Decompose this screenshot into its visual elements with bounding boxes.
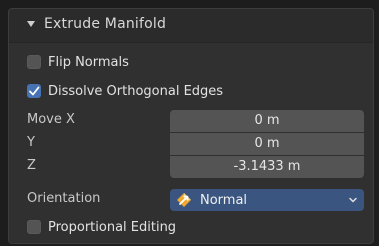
move-y-field[interactable]: 0 m xyxy=(170,133,364,155)
move-y-label: Y xyxy=(27,135,35,150)
triangle-down-icon xyxy=(27,21,35,27)
move-x-field[interactable]: 0 m xyxy=(170,110,364,132)
move-z-label: Z xyxy=(27,158,36,173)
orientation-label: Orientation xyxy=(27,191,101,206)
panel-header[interactable]: Extrude Manifold xyxy=(9,9,373,43)
checkmark-icon xyxy=(27,84,41,98)
extrude-manifold-panel: Extrude Manifold Flip Normals Dissolve O… xyxy=(8,8,374,244)
chevron-down-icon xyxy=(349,197,357,203)
flip-normals-label: Flip Normals xyxy=(48,54,129,70)
panel-title: Extrude Manifold xyxy=(44,16,167,32)
proportional-editing-checkbox[interactable]: Proportional Editing xyxy=(27,217,176,237)
dissolve-orthogonal-edges-checkbox[interactable]: Dissolve Orthogonal Edges xyxy=(27,81,223,101)
move-x-label: Move X xyxy=(27,112,75,127)
flip-normals-checkbox[interactable]: Flip Normals xyxy=(27,52,129,72)
checkbox-unchecked-icon xyxy=(27,220,41,234)
orientation-value: Normal xyxy=(200,192,248,208)
dissolve-orthogonal-edges-label: Dissolve Orthogonal Edges xyxy=(48,83,224,99)
proportional-editing-label: Proportional Editing xyxy=(48,219,177,235)
orientation-normal-icon xyxy=(177,193,191,207)
orientation-dropdown[interactable]: Normal xyxy=(170,189,364,211)
move-z-field[interactable]: -3.1433 m xyxy=(170,156,364,178)
checkbox-unchecked-icon xyxy=(27,55,41,69)
